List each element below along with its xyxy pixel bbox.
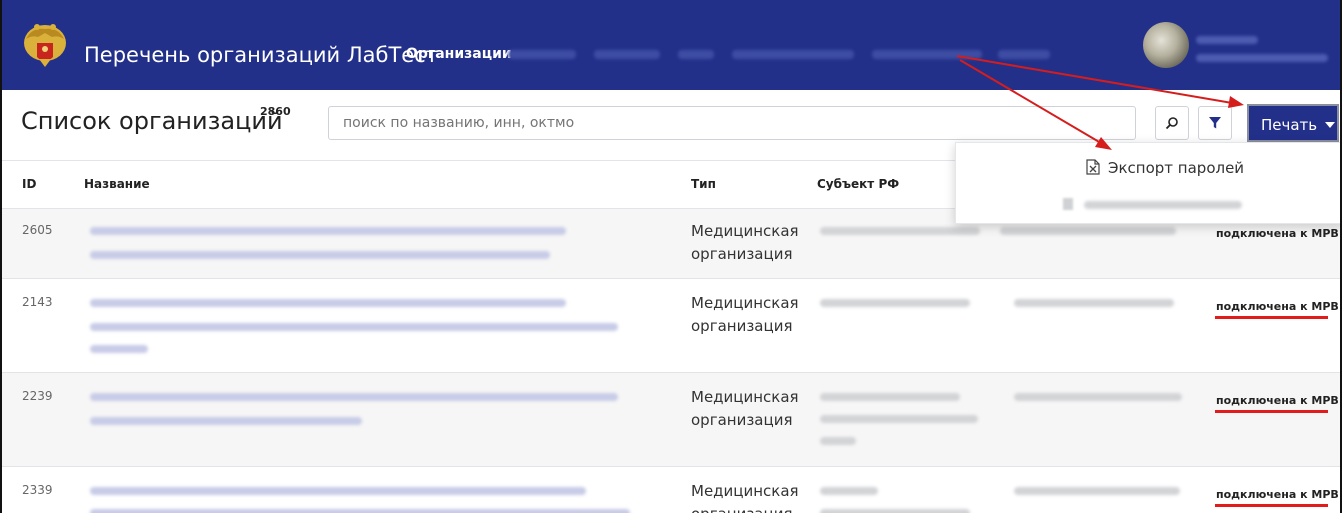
org-name-blurred[interactable] [90, 487, 586, 495]
table-row[interactable]: 2239 Медицинская организация подключена к… [2, 372, 1340, 467]
print-dropdown-menu: Экспорт паролей [955, 142, 1340, 224]
org-name-blurred[interactable] [90, 227, 566, 235]
print-dropdown-button[interactable]: Печать [1247, 104, 1339, 142]
emblem-icon [24, 24, 66, 67]
chevron-down-icon [1325, 122, 1336, 128]
nav-item-blurred[interactable] [998, 50, 1050, 59]
search-icon [1165, 117, 1178, 130]
menu-item-label-blurred [1084, 201, 1242, 209]
annotation-underline [1215, 316, 1328, 319]
row-id: 2143 [22, 295, 53, 309]
nav-item-blurred[interactable] [594, 50, 660, 59]
search-button[interactable] [1155, 106, 1189, 140]
top-navbar: Перечень организаций ЛабТест Организации [2, 0, 1340, 90]
inn-blurred [1014, 393, 1182, 401]
page-title: Список организаций [21, 107, 283, 135]
column-header-type[interactable]: Тип [691, 177, 716, 191]
org-type: Медицинскаяорганизация [691, 388, 799, 429]
nav-item-blurred[interactable] [678, 50, 714, 59]
org-name-blurred[interactable] [90, 417, 362, 425]
column-header-region[interactable]: Субъект РФ [817, 177, 899, 191]
org-name-blurred[interactable] [90, 323, 618, 331]
org-name-blurred[interactable] [90, 509, 630, 513]
menu-item-export-organizations[interactable] [1062, 195, 1252, 215]
user-name-blurred[interactable] [1196, 36, 1258, 44]
annotation-underline [1215, 410, 1328, 413]
nav-item-organizations[interactable]: Организации [406, 46, 512, 62]
menu-item-export-passwords[interactable]: Экспорт паролей [1086, 159, 1244, 177]
filter-icon [1209, 117, 1221, 129]
connection-status: подключена к МРВ [1216, 488, 1339, 501]
user-avatar[interactable] [1143, 22, 1189, 68]
nav-item-blurred[interactable] [732, 50, 854, 59]
app-brand-link[interactable]: Перечень организаций ЛабТест [84, 43, 438, 67]
app-window: Перечень организаций ЛабТест Организации… [0, 0, 1342, 513]
table-row[interactable]: 2143 Медицинская организация подключена к… [2, 278, 1340, 373]
annotation-underline [1215, 504, 1328, 507]
connection-status: подключена к МРВ [1216, 300, 1339, 313]
region-blurred [820, 415, 978, 423]
region-blurred [820, 487, 878, 495]
region-blurred [820, 393, 960, 401]
nav-item-blurred[interactable] [872, 50, 982, 59]
inn-blurred [1014, 299, 1174, 307]
org-name-blurred[interactable] [90, 251, 550, 259]
region-blurred [820, 509, 970, 513]
filter-button[interactable] [1198, 106, 1232, 140]
row-id: 2239 [22, 389, 53, 403]
region-blurred [820, 437, 856, 445]
row-id: 2339 [22, 483, 53, 497]
column-header-name[interactable]: Название [84, 177, 150, 191]
nav-item-blurred[interactable] [508, 50, 576, 59]
org-type: Медицинскаяорганизация [691, 222, 799, 263]
table-row[interactable]: 2339 Медицинскаяорганизация подключена к… [2, 466, 1340, 513]
region-blurred [820, 299, 970, 307]
connection-status: подключена к МРВ [1216, 227, 1339, 240]
inn-blurred [1000, 227, 1176, 235]
inn-blurred [1014, 487, 1180, 495]
menu-item-label: Экспорт паролей [1108, 159, 1245, 177]
column-header-id[interactable]: ID [22, 177, 36, 191]
org-name-blurred[interactable] [90, 299, 566, 307]
user-name-blurred[interactable] [1196, 54, 1328, 62]
search-input[interactable] [328, 106, 1136, 140]
row-id: 2605 [22, 223, 53, 237]
org-name-blurred[interactable] [90, 345, 148, 353]
print-button-label: Печать [1261, 116, 1318, 134]
organizations-count-badge: 2860 [260, 105, 291, 118]
connection-status: подключена к МРВ [1216, 394, 1339, 407]
region-blurred [820, 227, 980, 235]
org-type: Медицинскаяорганизация [691, 294, 799, 335]
org-name-blurred[interactable] [90, 393, 618, 401]
excel-file-icon [1086, 159, 1100, 175]
org-type: Медицинскаяорганизация [691, 482, 799, 513]
excel-file-icon [1063, 198, 1073, 210]
